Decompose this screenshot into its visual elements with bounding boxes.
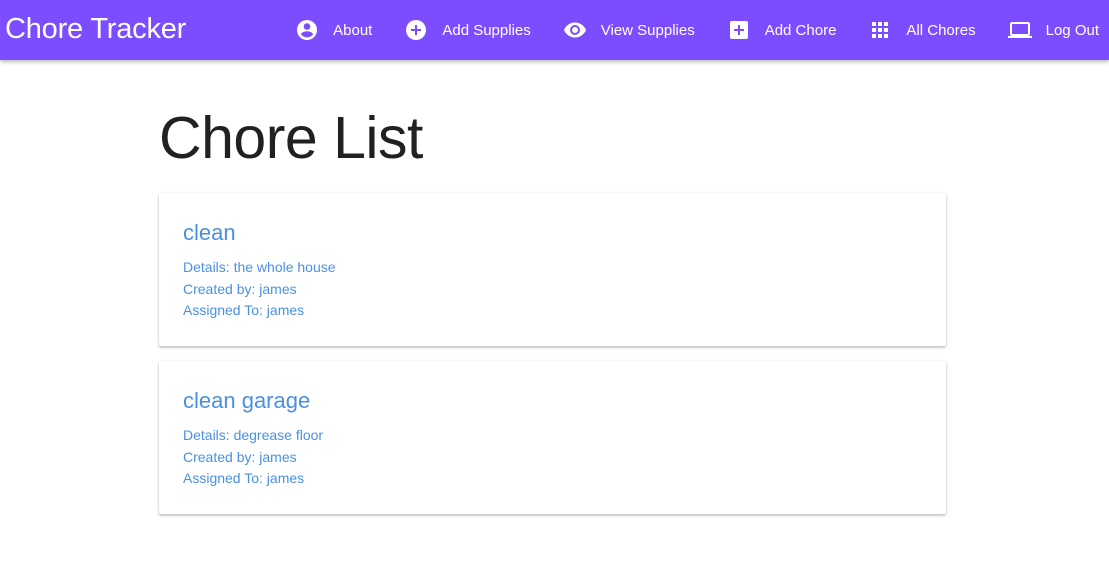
- nav-label-add-supplies: Add Supplies: [442, 21, 531, 39]
- chore-details: Details: degrease floor: [183, 427, 324, 443]
- brand-title[interactable]: Chore Tracker: [5, 12, 186, 46]
- nav-label-view-supplies: View Supplies: [600, 21, 695, 39]
- account-circle-icon: [295, 18, 319, 42]
- main-content: Chore List clean Details: the whole hous…: [159, 60, 946, 514]
- nav-item-about[interactable]: About: [277, 0, 386, 60]
- add-circle-icon: [404, 18, 428, 42]
- chore-created-by: Created by: james: [183, 280, 297, 297]
- nav-label-add-chore: Add Chore: [764, 21, 837, 39]
- eye-icon: [563, 18, 587, 42]
- app-bar: Chore Tracker About Add Supplies View Su…: [0, 0, 1109, 60]
- laptop-icon: [1007, 18, 1032, 42]
- chore-created-by: Created by: james: [183, 448, 297, 465]
- nav-item-log-out[interactable]: Log Out: [990, 0, 1109, 60]
- nav-label-log-out: Log Out: [1045, 21, 1099, 39]
- main-nav: About Add Supplies View Supplies Add Cho…: [277, 0, 1109, 60]
- chore-title[interactable]: clean: [183, 219, 922, 247]
- chore-title[interactable]: clean garage: [183, 387, 922, 415]
- page-title: Chore List: [159, 105, 423, 171]
- chore-details: Details: the whole house: [183, 259, 336, 275]
- grid-icon: [868, 18, 892, 42]
- nav-item-all-chores[interactable]: All Chores: [850, 0, 989, 60]
- nav-item-view-supplies[interactable]: View Supplies: [545, 0, 709, 60]
- nav-label-about: About: [333, 21, 373, 39]
- nav-item-add-chore[interactable]: Add Chore: [709, 0, 851, 60]
- nav-label-all-chores: All Chores: [906, 21, 976, 39]
- chore-card[interactable]: clean Details: the whole house Created b…: [159, 193, 946, 346]
- add-box-icon: [727, 18, 751, 42]
- chore-assigned-to: Assigned To: james: [183, 470, 305, 486]
- nav-item-add-supplies[interactable]: Add Supplies: [386, 0, 544, 60]
- chore-card[interactable]: clean garage Details: degrease floor Cre…: [159, 361, 946, 514]
- chore-assigned-to: Assigned To: james: [183, 302, 305, 318]
